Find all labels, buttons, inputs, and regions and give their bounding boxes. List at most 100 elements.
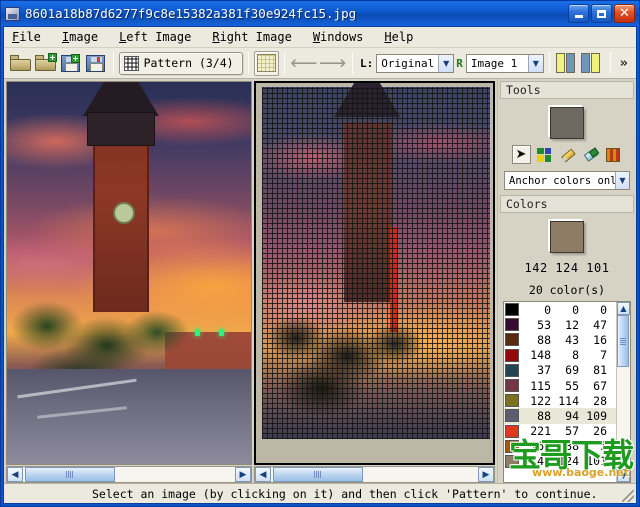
pencil-icon [559, 147, 574, 162]
right-image-combo-value: Image 1 [471, 57, 517, 70]
color-channel-r: 148 [523, 348, 551, 362]
palette-tool[interactable] [604, 145, 623, 164]
color-scroll-down-icon[interactable]: ▼ [617, 469, 630, 482]
right-horizontal-scrollbar[interactable]: ◀ ▶ [254, 466, 495, 483]
color-list-item[interactable]: 2215726 [504, 424, 616, 439]
right-image-selector[interactable]: R Image 1 ▼ [456, 54, 544, 73]
color-channel-b: 81 [579, 363, 607, 377]
anchor-colors-combo[interactable]: Anchor colors only ▼ [504, 171, 630, 190]
color-list-item[interactable]: 163885 [504, 439, 616, 454]
pattern-foliage [262, 302, 432, 422]
color-channel-g: 8 [551, 348, 579, 362]
right-scroll-track[interactable] [271, 467, 478, 482]
grid-yellow-icon [257, 54, 276, 72]
right-dock: Tools ➤ [497, 79, 636, 483]
color-channel-b: 0 [579, 303, 607, 317]
tool-buttons-row: ➤ [500, 145, 634, 164]
left-image-canvas[interactable] [6, 81, 252, 465]
back-button[interactable]: ⟵ [290, 51, 319, 76]
chevron-down-icon[interactable]: ▼ [615, 172, 629, 189]
left-image-selector[interactable]: L: Original ▼ [360, 54, 454, 73]
color-list[interactable]: 0005312478843161488737698111555671221142… [503, 301, 631, 483]
save-new-button[interactable] [58, 51, 83, 76]
left-image-pane[interactable]: ◀ ▶ [4, 79, 252, 483]
save-floppy-add-icon [61, 55, 80, 72]
color-swatch [505, 303, 519, 316]
color-rgb-values: 884316 [523, 333, 607, 347]
color-list-scrollbar[interactable]: ▲ ▼ [616, 302, 630, 482]
color-channel-g: 124 [551, 454, 579, 468]
left-scroll-thumb[interactable] [25, 467, 115, 482]
minimize-button[interactable] [568, 4, 589, 23]
right-image-combo[interactable]: Image 1 ▼ [466, 54, 544, 73]
color-channel-r: 221 [523, 424, 551, 438]
select-arrow-tool[interactable]: ➤ [512, 145, 531, 164]
color-list-item[interactable]: 376981 [504, 363, 616, 378]
left-scroll-track[interactable] [23, 467, 235, 482]
color-channel-g: 114 [551, 394, 579, 408]
menu-image[interactable]: Image [62, 30, 109, 44]
menu-file[interactable]: File [12, 30, 52, 44]
photo-sky [7, 82, 251, 412]
color-scroll-thumb[interactable] [617, 315, 629, 367]
scroll-left-icon[interactable]: ◀ [7, 467, 23, 482]
close-button[interactable]: ✕ [614, 4, 635, 23]
save-button[interactable] [83, 51, 108, 76]
color-count-label: 20 color(s) [500, 283, 634, 297]
selected-color-swatch[interactable] [550, 221, 584, 253]
status-bar: Select an image (by clicking on it) and … [4, 483, 636, 503]
left-horizontal-scrollbar[interactable]: ◀ ▶ [6, 466, 252, 483]
menu-help[interactable]: Help [384, 30, 424, 44]
cursor-arrow-icon: ➤ [516, 148, 527, 161]
color-channel-b: 67 [579, 379, 607, 393]
scroll-right-icon[interactable]: ▶ [478, 467, 494, 482]
pattern-preview[interactable] [262, 87, 490, 439]
pencil-tool[interactable] [558, 145, 577, 164]
menu-right-image[interactable]: Right Image [212, 30, 302, 44]
color-scroll-up-icon[interactable]: ▲ [617, 302, 630, 315]
layout-left-view-button[interactable] [555, 51, 580, 76]
left-image-combo[interactable]: Original ▼ [376, 54, 454, 73]
layout-right-view-button[interactable] [580, 51, 605, 76]
toolbar-overflow-button[interactable]: » [616, 56, 632, 71]
color-list-item[interactable]: 531247 [504, 317, 616, 332]
color-list-item[interactable]: 8894109 [504, 408, 616, 423]
grid-toggle-button[interactable] [254, 51, 279, 76]
eraser-tool[interactable] [581, 145, 600, 164]
scroll-right-icon[interactable]: ▶ [235, 467, 251, 482]
pattern-button[interactable]: Pattern (3/4) [119, 52, 243, 75]
menu-left-image[interactable]: Left Image [119, 30, 202, 44]
color-list-item[interactable]: 14887 [504, 348, 616, 363]
open-new-button[interactable] [33, 51, 58, 76]
color-swatch [505, 318, 519, 331]
color-channel-r: 37 [523, 363, 551, 377]
resize-grip-icon[interactable] [622, 490, 634, 502]
open-button[interactable] [8, 51, 33, 76]
right-scroll-thumb[interactable] [273, 467, 363, 482]
color-list-item[interactable]: 1155567 [504, 378, 616, 393]
color-channel-g: 55 [551, 379, 579, 393]
color-swatch [505, 455, 519, 468]
grip-icon [620, 338, 626, 345]
main-area: ◀ ▶ ◀ [4, 79, 636, 483]
color-rgb-values: 12211428 [523, 394, 607, 408]
color-swatch [505, 409, 519, 422]
menu-windows[interactable]: Windows [313, 30, 375, 44]
toolbar-separator-6 [610, 52, 611, 74]
color-channel-r: 0 [523, 303, 551, 317]
color-list-item[interactable]: 12211428 [504, 393, 616, 408]
maximize-button[interactable] [591, 4, 612, 23]
color-scroll-track[interactable] [617, 315, 630, 469]
status-message: Select an image (by clicking on it) and … [92, 487, 597, 501]
color-list-item[interactable]: 884316 [504, 332, 616, 347]
pattern-canvas-box[interactable] [254, 81, 495, 465]
current-tool-color-swatch[interactable] [550, 107, 584, 139]
forward-button[interactable]: ⟶ [318, 51, 347, 76]
color-list-item[interactable]: 000 [504, 302, 616, 317]
color-swatch [505, 394, 519, 407]
color-list-item[interactable]: 142124101 [504, 454, 616, 469]
scroll-left-icon[interactable]: ◀ [255, 467, 271, 482]
color-blocks-tool[interactable] [535, 145, 554, 164]
color-blocks-icon [537, 148, 551, 162]
right-pattern-pane[interactable]: ◀ ▶ [252, 79, 497, 483]
